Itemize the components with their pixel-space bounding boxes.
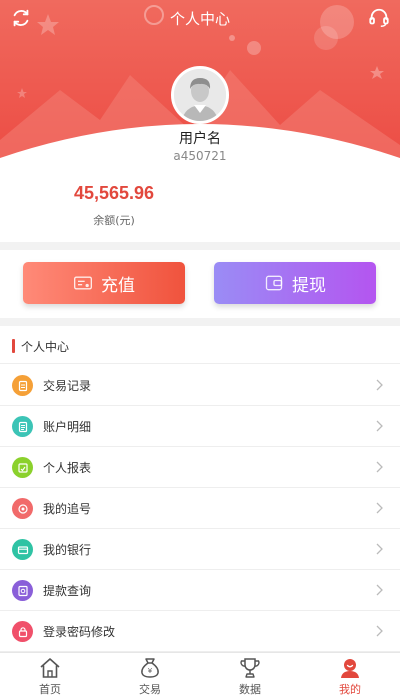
recharge-label: 充值	[101, 275, 135, 296]
withdraw-query-icon	[12, 580, 33, 601]
section-header: 个人中心	[0, 334, 400, 364]
customer-service-icon[interactable]	[368, 7, 390, 29]
username: 用户名	[179, 131, 221, 147]
tab-mine[interactable]: 我的	[300, 653, 400, 696]
lock-icon	[12, 621, 33, 642]
withdraw-button[interactable]: 提现	[214, 262, 376, 304]
trophy-icon	[240, 658, 260, 678]
menu-item-account-details[interactable]: 账户明细	[0, 406, 400, 447]
tab-label: 数据	[239, 683, 261, 696]
chevron-right-icon	[376, 461, 383, 473]
menu-item-change-login-password[interactable]: 登录密码修改	[0, 611, 400, 652]
withdraw-label: 提现	[292, 275, 326, 296]
balance-block: 45,565.96 余额(元)	[59, 183, 169, 228]
menu-item-my-tracking[interactable]: 我的追号	[0, 488, 400, 529]
svg-text:¥: ¥	[148, 667, 153, 675]
divider	[0, 242, 400, 250]
bottom-tab-bar: 首页 ¥ 交易 数据 我的	[0, 652, 400, 696]
menu-item-label: 我的追号	[43, 502, 92, 516]
profile-icon	[341, 659, 359, 678]
profile-page: 个人中心 用户名 a450721 45,565.96 余额(元) 充值 提现 个…	[0, 0, 400, 696]
menu-list: 交易记录 账户明细 个人报表 我的追号 我的银行 提款查询 登录密码修改	[0, 365, 400, 652]
section-accent-bar	[12, 339, 15, 353]
chevron-right-icon	[376, 420, 383, 432]
home-icon	[40, 658, 60, 678]
menu-item-label: 交易记录	[43, 379, 92, 393]
section-title: 个人中心	[21, 340, 70, 354]
menu-item-personal-report[interactable]: 个人报表	[0, 447, 400, 488]
chevron-right-icon	[376, 379, 383, 391]
report-icon	[12, 457, 33, 478]
tab-trade[interactable]: ¥ 交易	[100, 653, 200, 696]
recharge-button[interactable]: 充值	[23, 262, 185, 304]
menu-item-withdrawal-query[interactable]: 提款查询	[0, 570, 400, 611]
menu-item-label: 登录密码修改	[43, 625, 116, 639]
divider	[0, 318, 400, 326]
avatar[interactable]	[171, 66, 229, 124]
menu-item-label: 账户明细	[43, 420, 92, 434]
tab-label: 首页	[39, 683, 61, 696]
menu-item-label: 提款查询	[43, 584, 92, 598]
tab-data[interactable]: 数据	[200, 653, 300, 696]
document-icon	[12, 375, 33, 396]
chevron-right-icon	[376, 543, 383, 555]
chevron-right-icon	[376, 584, 383, 596]
chevron-right-icon	[376, 625, 383, 637]
menu-item-transaction-records[interactable]: 交易记录	[0, 365, 400, 406]
page-title: 个人中心	[169, 10, 230, 28]
menu-item-label: 个人报表	[43, 461, 92, 475]
tracking-icon	[12, 498, 33, 519]
chevron-right-icon	[376, 502, 383, 514]
menu-item-label: 我的银行	[43, 543, 92, 557]
balance-label: 余额(元)	[93, 214, 135, 227]
tab-home[interactable]: 首页	[0, 653, 100, 696]
money-bag-icon: ¥	[141, 658, 159, 678]
balance-amount: 45,565.96	[73, 183, 155, 203]
default-avatar-icon	[174, 69, 226, 121]
tab-label: 我的	[339, 683, 361, 696]
top-bar: 个人中心	[0, 0, 400, 36]
menu-item-my-bank[interactable]: 我的银行	[0, 529, 400, 570]
recharge-icon	[74, 276, 92, 290]
list-icon	[12, 416, 33, 437]
bank-card-icon	[12, 539, 33, 560]
wallet-icon	[265, 275, 283, 291]
tab-label: 交易	[139, 683, 161, 696]
user-id: a450721	[173, 149, 227, 163]
